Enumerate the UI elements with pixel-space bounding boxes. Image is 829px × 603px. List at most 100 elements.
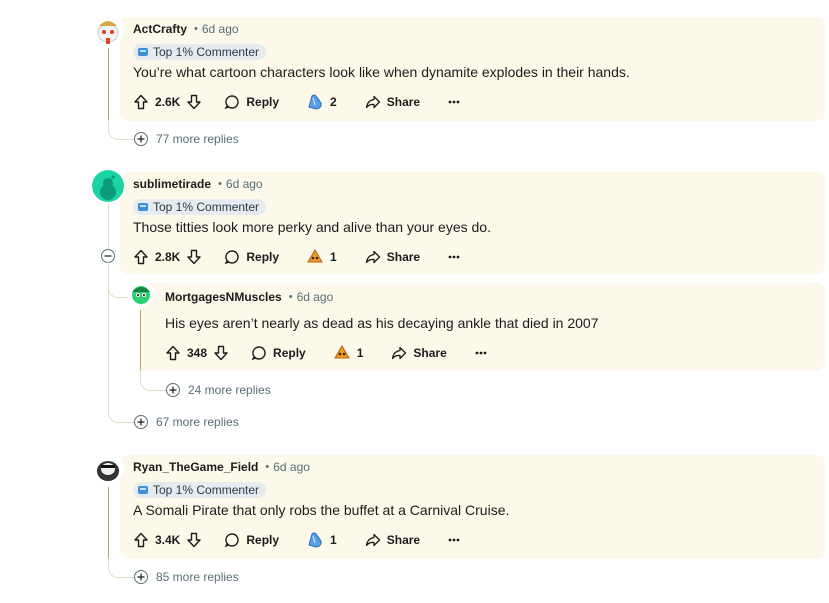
reply-bubble-icon — [251, 346, 266, 361]
thread-line — [108, 48, 109, 120]
overflow-menu-button[interactable] — [448, 255, 460, 259]
upvote-button[interactable] — [133, 532, 149, 548]
separator-dot: • — [288, 291, 293, 303]
downvote-button[interactable] — [186, 249, 202, 265]
share-button[interactable]: Share — [365, 532, 420, 548]
collapse-thread-button[interactable] — [101, 249, 115, 263]
upvote-icon — [134, 94, 148, 110]
thread-line — [108, 204, 109, 249]
badge-label: Top 1% Commenter — [153, 45, 260, 59]
award-icon — [333, 345, 350, 359]
avatar[interactable] — [92, 170, 124, 202]
upvote-icon — [166, 345, 180, 361]
more-replies-link[interactable]: 67 more replies — [134, 415, 239, 429]
thread-elbow — [140, 370, 167, 391]
more-replies-label: 85 more replies — [156, 570, 239, 584]
plus-circle-icon — [166, 383, 180, 397]
plus-circle-icon — [134, 570, 148, 584]
thread-elbow — [108, 402, 135, 423]
share-button[interactable]: Share — [365, 249, 420, 265]
separator-dot: • — [218, 178, 222, 190]
award-icon — [308, 532, 322, 548]
share-arrow-icon — [392, 346, 407, 360]
author-name[interactable]: Ryan_TheGame_Field — [133, 460, 258, 474]
more-replies-label: 77 more replies — [156, 132, 239, 146]
separator-dot: • — [265, 461, 270, 473]
reply-button[interactable]: Reply — [224, 532, 279, 548]
separator-dot: • — [194, 23, 198, 35]
award-icon — [308, 94, 322, 110]
status-badge: Top 1% Commenter — [133, 199, 267, 215]
timestamp[interactable]: 6d ago — [273, 460, 310, 474]
overflow-menu-button[interactable] — [448, 100, 460, 104]
author-name[interactable]: MortgagesNMuscles — [165, 290, 282, 304]
overflow-menu-icon — [448, 255, 460, 259]
action-bar: 2.8K Reply 1 Share — [133, 245, 460, 269]
upvote-button[interactable] — [133, 94, 149, 110]
avatar[interactable] — [92, 452, 124, 484]
reply-text: His eyes aren’t nearly as dead as his de… — [165, 315, 599, 331]
badge-icon — [138, 486, 148, 494]
plus-circle-icon — [134, 132, 148, 146]
author-name[interactable]: ActCrafty — [133, 22, 187, 36]
overflow-menu-icon — [448, 100, 460, 104]
downvote-button[interactable] — [186, 94, 202, 110]
award-button[interactable]: 1 — [306, 248, 337, 266]
thread-elbow — [108, 120, 135, 140]
timestamp[interactable]: 6d ago — [226, 177, 263, 191]
comment-meta: sublimetirade • 6d ago — [133, 177, 263, 191]
award-button[interactable]: 1 — [333, 344, 363, 362]
badge-label: Top 1% Commenter — [153, 483, 260, 497]
overflow-menu-button[interactable] — [448, 538, 460, 542]
overflow-menu-button[interactable] — [475, 351, 487, 355]
share-arrow-icon — [365, 250, 380, 264]
comment-text: You’re what cartoon characters look like… — [133, 64, 630, 80]
more-replies-link[interactable]: 85 more replies — [134, 570, 239, 584]
action-bar: 2.6K Reply 2 Share — [133, 90, 460, 114]
downvote-button[interactable] — [213, 345, 229, 361]
reply-button[interactable]: Reply — [251, 345, 306, 361]
vote-count: 348 — [187, 346, 208, 360]
timestamp[interactable]: 6d ago — [297, 290, 334, 304]
thread-elbow — [108, 558, 135, 578]
badge-icon — [138, 48, 148, 56]
award-button[interactable]: 2 — [306, 93, 337, 111]
upvote-icon — [134, 249, 148, 265]
minus-circle-icon — [104, 255, 112, 257]
more-replies-link[interactable]: 24 more replies — [166, 383, 271, 397]
more-replies-link[interactable]: 77 more replies — [134, 132, 239, 146]
vote-count: 3.4K — [155, 533, 181, 547]
status-badge: Top 1% Commenter — [133, 482, 267, 498]
downvote-button[interactable] — [186, 532, 202, 548]
action-bar: 348 Reply 1 Share — [165, 341, 487, 365]
action-bar: 3.4K Reply 1 Share — [133, 528, 460, 552]
plus-circle-icon — [134, 415, 148, 429]
vote-count: 2.6K — [155, 95, 181, 109]
timestamp[interactable]: 6d ago — [202, 22, 239, 36]
reply-button[interactable]: Reply — [224, 249, 279, 265]
upvote-button[interactable] — [165, 345, 181, 361]
comment-text: Those titties look more perky and alive … — [133, 219, 491, 235]
status-badge: Top 1% Commenter — [133, 44, 267, 60]
downvote-icon — [187, 249, 202, 265]
upvote-button[interactable] — [133, 249, 149, 265]
award-button[interactable]: 1 — [306, 531, 337, 549]
downvote-icon — [214, 345, 228, 361]
reply-button[interactable]: Reply — [224, 94, 279, 110]
share-button[interactable]: Share — [365, 94, 420, 110]
award-icon — [307, 249, 323, 263]
share-button[interactable]: Share — [391, 345, 447, 361]
thread-line — [140, 310, 141, 370]
comment-meta: ActCrafty • 6d ago — [133, 22, 239, 36]
share-arrow-icon — [365, 95, 380, 109]
reply-bubble-icon — [224, 533, 240, 548]
vote-count: 2.8K — [155, 250, 181, 264]
overflow-menu-icon — [475, 351, 487, 355]
avatar[interactable] — [127, 280, 155, 308]
upvote-icon — [134, 532, 148, 548]
more-replies-label: 24 more replies — [188, 383, 271, 397]
share-arrow-icon — [365, 533, 380, 547]
more-replies-label: 67 more replies — [156, 415, 239, 429]
avatar[interactable] — [92, 14, 124, 46]
author-name[interactable]: sublimetirade — [133, 177, 211, 191]
